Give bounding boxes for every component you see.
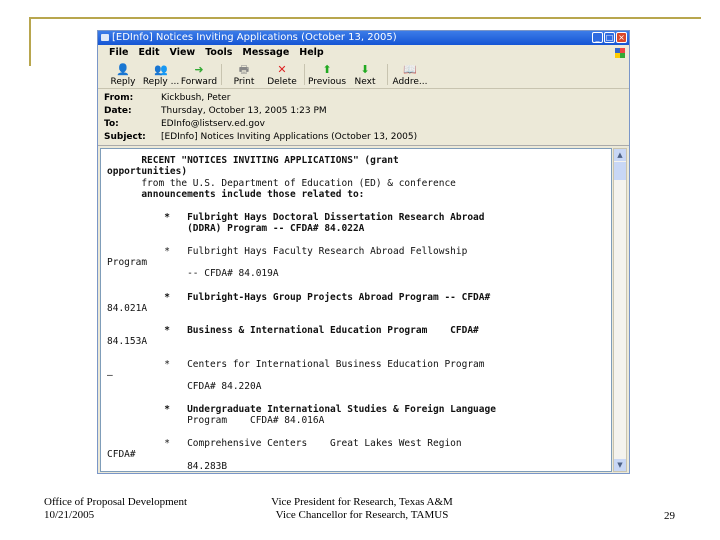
body-line: 84.283B — [107, 461, 228, 472]
menu-tools[interactable]: Tools — [205, 45, 232, 61]
body-line: (DDRA) Program -- CFDA# 84.022A — [107, 223, 365, 234]
address-book-label: Addre... — [392, 77, 428, 87]
forward-label: Forward — [180, 77, 218, 87]
body-line: CFDA# 84.220A — [107, 381, 262, 392]
body-line: * Fulbright Hays Faculty Research Abroad… — [107, 246, 468, 257]
email-window: [EDInfo] Notices Inviting Applications (… — [97, 30, 630, 474]
scroll-thumb[interactable] — [614, 162, 626, 180]
body-line: from the U.S. Department of Education (E… — [107, 178, 456, 189]
window-title: [EDInfo] Notices Inviting Applications (… — [112, 32, 397, 43]
toolbar: 👤 Reply 👥 Reply ... ➜ Forward 🖶 Print ✕ Delet… — [98, 61, 629, 89]
body-line: 84.021A — [107, 303, 148, 314]
reply-button[interactable]: 👤 Reply — [104, 61, 142, 88]
scroll-down-arrow-icon[interactable]: ▼ — [614, 459, 626, 471]
body-line: – — [107, 370, 113, 381]
next-button[interactable]: ⬇ Next — [346, 61, 384, 88]
delete-label: Delete — [267, 77, 297, 87]
vertical-scrollbar[interactable]: ▲ ▼ — [613, 148, 627, 472]
next-label: Next — [354, 77, 376, 87]
toolbar-separator — [387, 64, 388, 85]
menu-help[interactable]: Help — [299, 45, 323, 61]
reply-all-icon: 👥 — [154, 63, 168, 76]
subject-label: Subject: — [104, 132, 146, 142]
date-label: Date: — [104, 106, 132, 116]
print-label: Print — [233, 77, 255, 87]
reply-icon: 👤 — [116, 63, 130, 76]
subject-value: [EDInfo] Notices Inviting Applications (… — [161, 132, 418, 142]
menu-view[interactable]: View — [170, 45, 196, 61]
message-body[interactable]: RECENT "NOTICES INVITING APPLICATIONS" (… — [100, 148, 612, 472]
close-button[interactable]: × — [616, 32, 627, 43]
delete-icon: ✕ — [277, 63, 287, 76]
body-line: * Business & International Education Pro… — [107, 325, 479, 336]
minimize-button[interactable]: _ — [592, 32, 603, 43]
body-line: CFDA# — [107, 449, 136, 460]
body-line: 84.153A — [107, 336, 148, 347]
decorative-line — [29, 17, 701, 19]
previous-label: Previous — [307, 77, 347, 87]
message-headers: From: Kickbush, Peter Date: Thursday, Octo… — [98, 89, 629, 146]
reply-label: Reply — [110, 77, 136, 87]
footer-vc: Vice Chancellor for Research, TAMUS — [275, 509, 449, 521]
forward-button[interactable]: ➜ Forward — [180, 61, 218, 88]
menu-edit[interactable]: Edit — [138, 45, 159, 61]
body-line: Program CFDA# 84.016A — [107, 415, 325, 426]
maximize-button[interactable]: □ — [604, 32, 615, 43]
footer-office: Office of Proposal Development — [44, 496, 188, 508]
body-line: * Fulbright Hays Doctoral Dissertation R… — [107, 212, 485, 223]
address-book-icon: 📖 — [403, 63, 417, 76]
forward-icon: ➜ — [194, 63, 204, 76]
windows-logo-icon — [615, 48, 625, 58]
body-line: RECENT "NOTICES INVITING APPLICATIONS" (… — [107, 155, 399, 166]
next-icon: ⬇ — [360, 63, 370, 76]
body-line: * Centers for International Business Edu… — [107, 359, 485, 370]
page-number: 29 — [664, 510, 675, 522]
to-label: To: — [104, 119, 119, 129]
previous-button[interactable]: ⬆ Previous — [308, 61, 346, 88]
delete-button[interactable]: ✕ Delete — [263, 61, 301, 88]
body-line: * Undergraduate International Studies & … — [107, 404, 496, 415]
footer-date: 10/21/2005 — [44, 509, 95, 521]
address-book-button[interactable]: 📖 Addre... — [391, 61, 429, 88]
previous-icon: ⬆ — [322, 63, 332, 76]
body-line: -- CFDA# 84.019A — [107, 268, 279, 279]
from-value: Kickbush, Peter — [161, 93, 231, 103]
print-button[interactable]: 🖶 Print — [225, 61, 263, 88]
from-label: From: — [104, 93, 134, 103]
decorative-line — [29, 17, 31, 66]
menu-bar: File Edit View Tools Message Help — [98, 45, 629, 61]
footer-left: Office of Proposal Development 10/21/200… — [44, 496, 187, 522]
reply-all-label: Reply ... — [142, 77, 180, 87]
scroll-up-arrow-icon[interactable]: ▲ — [614, 149, 626, 161]
print-icon: 🖶 — [238, 63, 250, 76]
envelope-icon — [101, 34, 109, 41]
toolbar-separator — [221, 64, 222, 85]
menu-file[interactable]: File — [109, 45, 128, 61]
body-line: * Comprehensive Centers Great Lakes West… — [107, 438, 462, 449]
reply-all-button[interactable]: 👥 Reply ... — [142, 61, 180, 88]
menu-message[interactable]: Message — [242, 45, 289, 61]
footer-center: Vice President for Research, Texas A&M V… — [262, 496, 462, 522]
footer-vp: Vice President for Research, Texas A&M — [271, 496, 453, 508]
body-line: * Fulbright-Hays Group Projects Abroad P… — [107, 292, 491, 303]
body-line: announcements include those related to: — [107, 189, 365, 200]
body-line: opportunities) — [107, 166, 188, 177]
to-value: EDInfo@listserv.ed.gov — [161, 119, 265, 129]
body-line: Program — [107, 257, 148, 268]
date-value: Thursday, October 13, 2005 1:23 PM — [161, 106, 327, 116]
toolbar-separator — [304, 64, 305, 85]
title-bar[interactable]: [EDInfo] Notices Inviting Applications (… — [98, 31, 629, 45]
